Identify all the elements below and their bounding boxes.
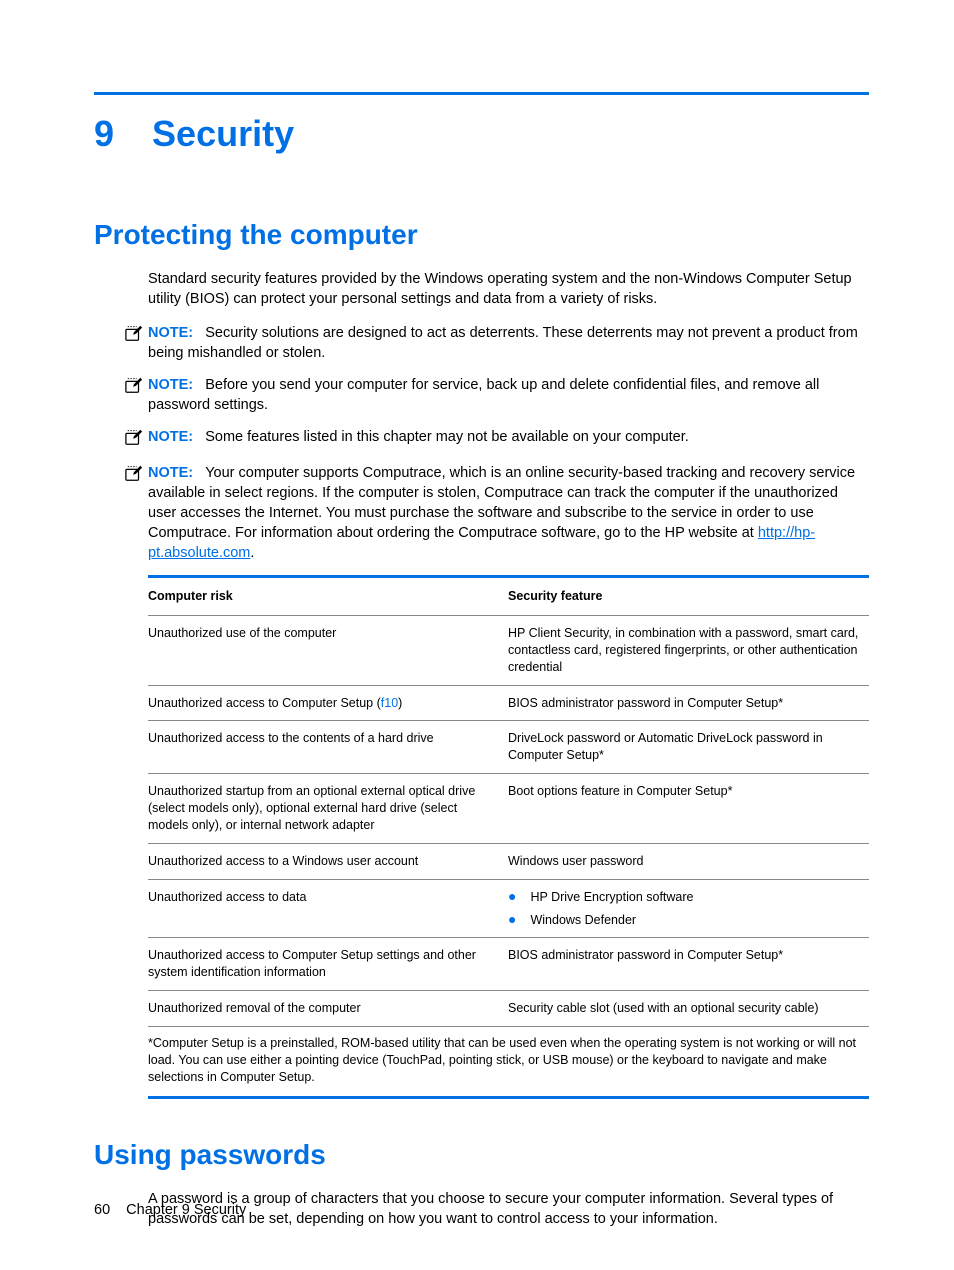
col-header-feature: Security feature (508, 588, 869, 605)
table-row: Unauthorized startup from an optional ex… (148, 774, 869, 844)
section-heading-passwords: Using passwords (94, 1139, 869, 1171)
note-icon (125, 427, 148, 451)
note-pencil-icon (125, 376, 143, 394)
table-row: Unauthorized access to Computer Setup se… (148, 938, 869, 991)
table-row: Unauthorized access to a Windows user ac… (148, 844, 869, 880)
security-table: Computer risk Security feature Unauthori… (148, 575, 869, 1099)
cell-risk: Unauthorized removal of the computer (148, 1000, 508, 1017)
cell-risk-post: ) (398, 696, 402, 710)
cell-feature: Windows user password (508, 853, 869, 870)
note-icon (125, 463, 148, 563)
note-label: NOTE: (148, 377, 193, 393)
note-label: NOTE: (148, 325, 193, 341)
cell-feature: HP Client Security, in combination with … (508, 625, 869, 676)
table-row: Unauthorized access to data ●HP Drive En… (148, 880, 869, 939)
note-block: NOTE: Your computer supports Computrace,… (125, 463, 869, 563)
bullet-icon: ● (508, 912, 530, 926)
note-label: NOTE: (148, 429, 193, 445)
note-content: NOTE: Your computer supports Computrace,… (148, 463, 869, 563)
table-header: Computer risk Security feature (148, 578, 869, 616)
note-content: NOTE: Security solutions are designed to… (148, 323, 869, 363)
note-block: NOTE: Security solutions are designed to… (125, 323, 869, 363)
note-text: Security solutions are designed to act a… (148, 325, 858, 361)
page-number: 60 (94, 1202, 110, 1218)
feature-bullet-list: ●HP Drive Encryption software ●Windows D… (508, 889, 869, 929)
cell-feature: BIOS administrator password in Computer … (508, 695, 869, 712)
chapter-number: 9 (94, 113, 114, 155)
cell-feature: Security cable slot (used with an option… (508, 1000, 869, 1017)
note-text-post: . (250, 545, 254, 561)
f10-key: f10 (381, 696, 398, 710)
list-item: ●HP Drive Encryption software (508, 889, 869, 906)
cell-feature: ●HP Drive Encryption software ●Windows D… (508, 889, 869, 929)
cell-feature: DriveLock password or Automatic DriveLoc… (508, 730, 869, 764)
cell-risk: Unauthorized access to data (148, 889, 508, 929)
table-row: Unauthorized access to Computer Setup (f… (148, 686, 869, 722)
note-block: NOTE: Some features listed in this chapt… (125, 427, 869, 451)
note-icon (125, 375, 148, 415)
cell-risk: Unauthorized startup from an optional ex… (148, 783, 508, 834)
page-footer: 60 Chapter 9 Security (94, 1202, 246, 1218)
table-row: Unauthorized use of the computer HP Clie… (148, 616, 869, 686)
chapter-top-rule (94, 92, 869, 95)
note-content: NOTE: Before you send your computer for … (148, 375, 869, 415)
cell-feature: Boot options feature in Computer Setup* (508, 783, 869, 834)
bullet-icon: ● (508, 889, 530, 903)
cell-risk: Unauthorized use of the computer (148, 625, 508, 676)
note-block: NOTE: Before you send your computer for … (125, 375, 869, 415)
cell-risk: Unauthorized access to Computer Setup (f… (148, 695, 508, 712)
table-footnote: *Computer Setup is a preinstalled, ROM-b… (148, 1027, 869, 1099)
note-content: NOTE: Some features listed in this chapt… (148, 427, 869, 451)
chapter-title: Security (152, 113, 294, 155)
note-text: Some features listed in this chapter may… (205, 429, 689, 445)
note-label: NOTE: (148, 465, 193, 481)
cell-risk: Unauthorized access to a Windows user ac… (148, 853, 508, 870)
note-text: Before you send your computer for servic… (148, 377, 819, 413)
cell-risk-pre: Unauthorized access to Computer Setup ( (148, 696, 381, 710)
chapter-heading: 9 Security (94, 113, 869, 155)
list-item-text: HP Drive Encryption software (530, 889, 693, 906)
note-icon (125, 323, 148, 363)
note-text-pre: Your computer supports Computrace, which… (148, 465, 855, 541)
table-row: Unauthorized removal of the computer Sec… (148, 991, 869, 1027)
cell-risk: Unauthorized access to Computer Setup se… (148, 947, 508, 981)
section1-intro: Standard security features provided by t… (148, 269, 869, 309)
list-item: ●Windows Defender (508, 912, 869, 929)
list-item-text: Windows Defender (530, 912, 636, 929)
footer-chapter-label: Chapter 9 Security (126, 1202, 246, 1218)
section-heading-protecting: Protecting the computer (94, 219, 869, 251)
cell-feature: BIOS administrator password in Computer … (508, 947, 869, 981)
section2-intro: A password is a group of characters that… (148, 1189, 869, 1229)
note-pencil-icon (125, 464, 143, 482)
cell-risk: Unauthorized access to the contents of a… (148, 730, 508, 764)
note-pencil-icon (125, 428, 143, 446)
note-pencil-icon (125, 324, 143, 342)
col-header-risk: Computer risk (148, 588, 508, 605)
table-row: Unauthorized access to the contents of a… (148, 721, 869, 774)
